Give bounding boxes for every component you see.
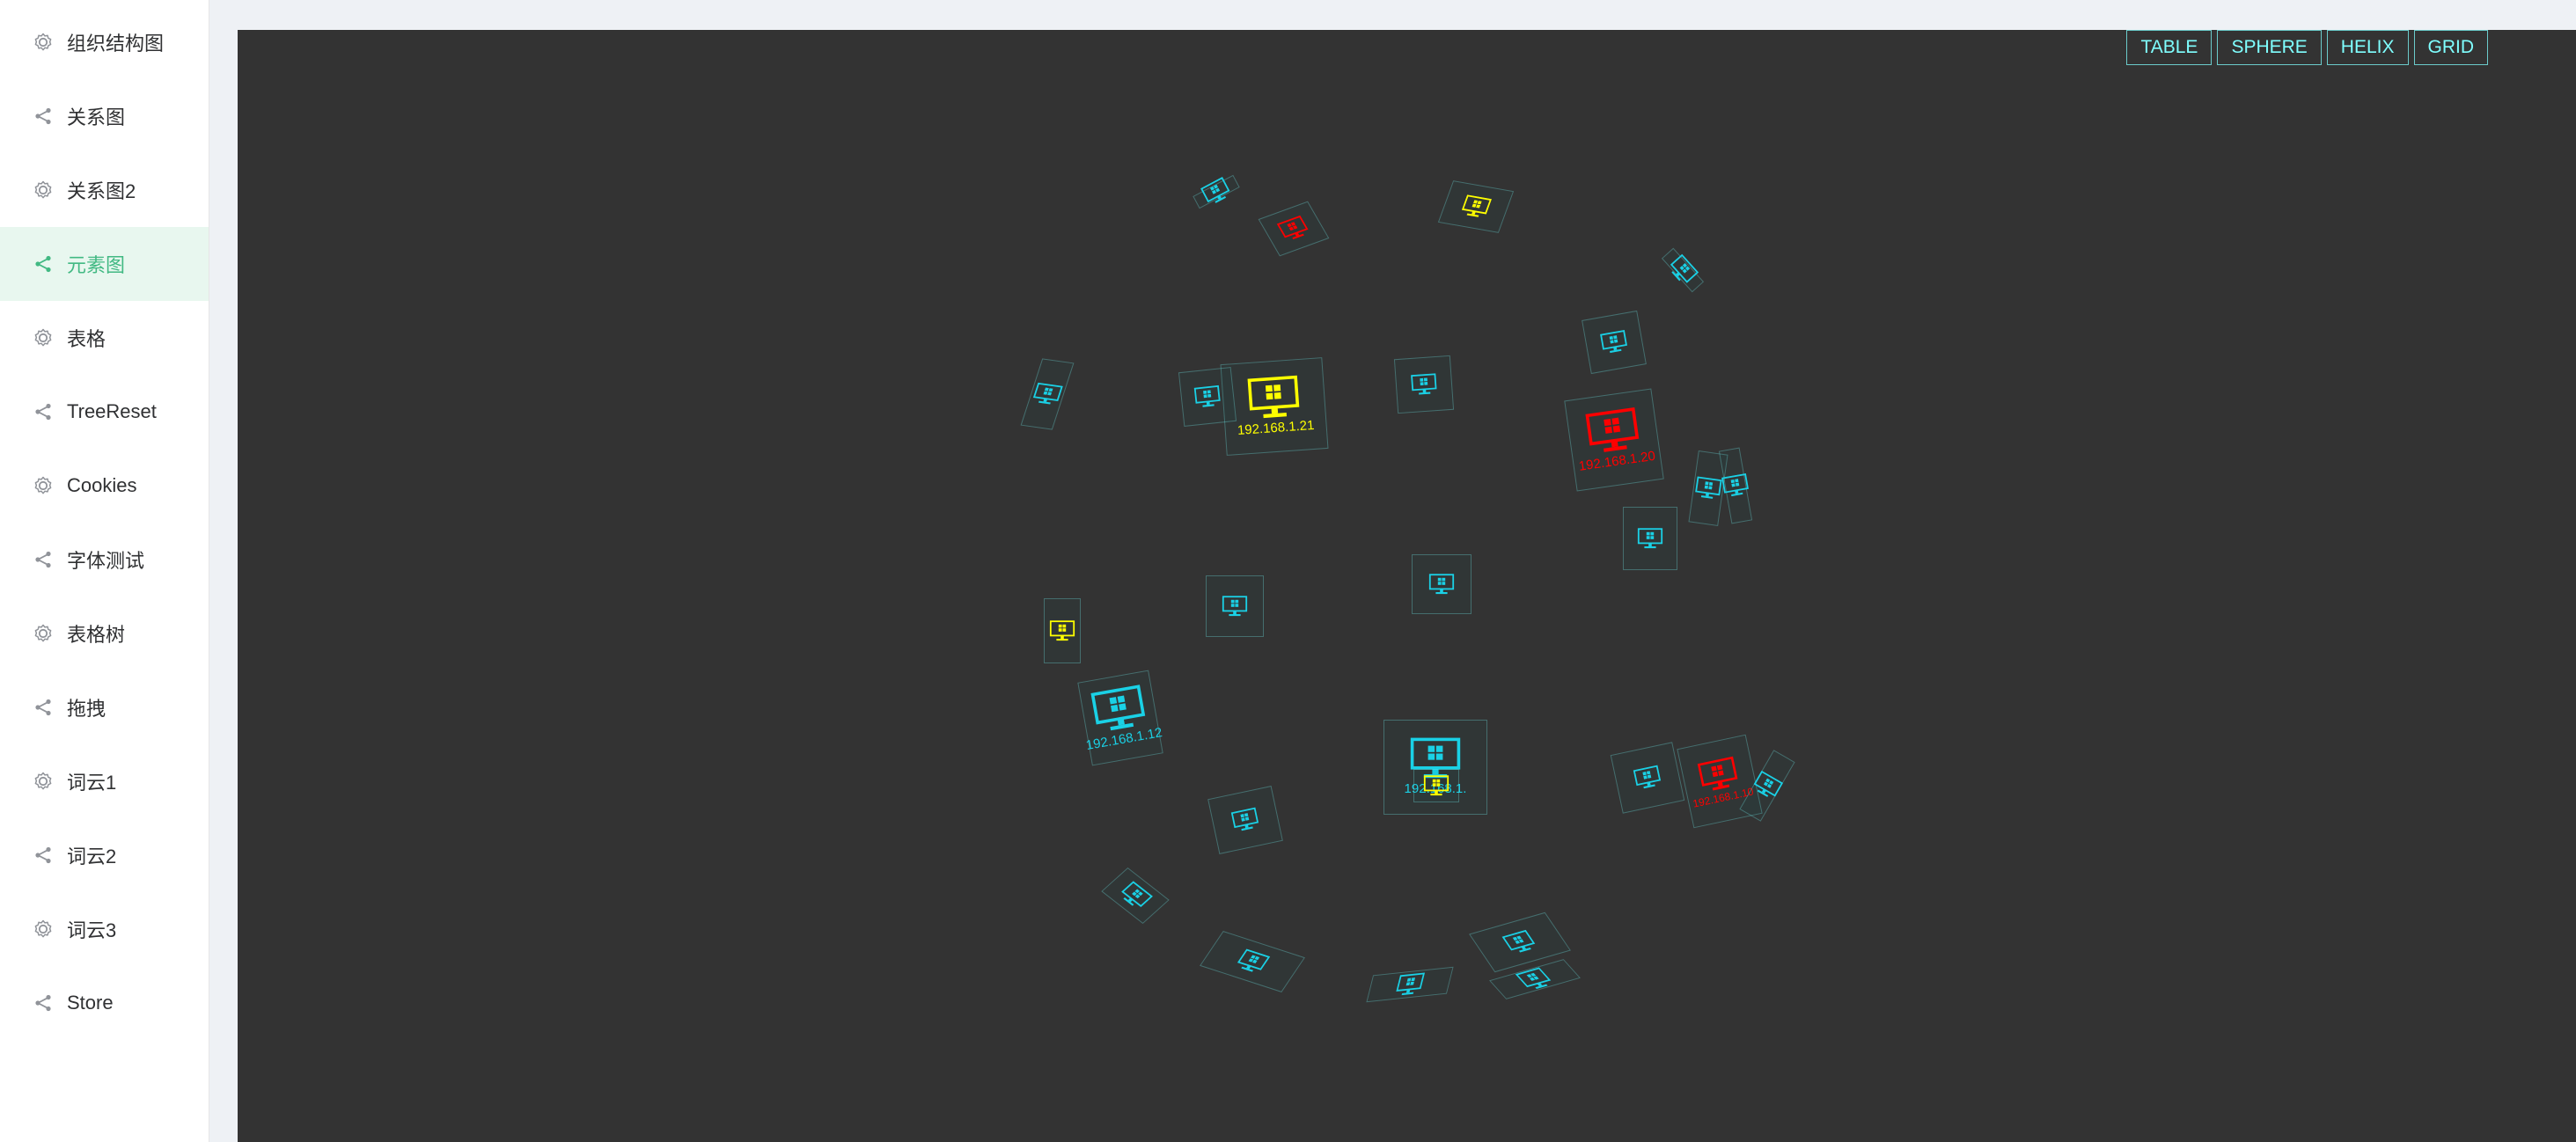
gear-icon: [32, 474, 55, 497]
sidebar-item-label: 拖拽: [67, 698, 106, 720]
windows-monitor-icon: [1459, 194, 1493, 219]
sphere-node-card[interactable]: [1413, 769, 1459, 802]
sphere-node-card[interactable]: [1206, 575, 1264, 637]
windows-monitor-icon: [1428, 574, 1455, 595]
sidebar-item-label: 表格: [67, 328, 106, 350]
windows-monitor-icon: [1666, 253, 1699, 287]
windows-monitor-icon: [1276, 215, 1311, 242]
sidebar-item-org-chart[interactable]: 组织结构图: [0, 5, 209, 79]
share-icon: [32, 992, 55, 1014]
sphere-node-card[interactable]: [1623, 507, 1677, 570]
sphere-node-card[interactable]: [1258, 201, 1330, 257]
gear-icon: [32, 179, 55, 201]
sphere-node-card[interactable]: 192.168.1.20: [1564, 388, 1664, 492]
windows-monitor-icon: [1501, 929, 1539, 955]
sidebar-item-element-graph[interactable]: 元素图: [0, 227, 209, 301]
sidebar-item-label: Store: [67, 992, 114, 1014]
sidebar-item-label: 元素图: [67, 254, 126, 276]
windows-monitor-icon: [1200, 176, 1233, 207]
sphere-node-card[interactable]: [1610, 742, 1685, 814]
windows-monitor-icon: [1750, 770, 1784, 802]
windows-monitor-icon: [1599, 330, 1629, 355]
windows-monitor-icon: [1234, 948, 1271, 975]
gear-icon: [32, 31, 55, 54]
windows-monitor-icon: [1633, 765, 1662, 791]
sphere-node-card[interactable]: 192.168.1.12: [1077, 670, 1163, 766]
share-icon: [32, 400, 55, 423]
sidebar-item-label: 字体测试: [67, 550, 145, 572]
sidebar-item-label: 词云2: [67, 846, 117, 867]
gear-icon: [32, 918, 55, 941]
sidebar-item-label: Cookies: [67, 474, 137, 496]
windows-monitor-icon: [1515, 967, 1556, 992]
sidebar-item-cookies[interactable]: Cookies: [0, 449, 209, 523]
sidebar-item-table[interactable]: 表格: [0, 301, 209, 375]
share-icon: [32, 548, 55, 571]
sidebar-item-label: 关系图: [67, 106, 126, 128]
sphere-node-card[interactable]: [1178, 367, 1237, 427]
sphere-node-card[interactable]: [1207, 786, 1283, 854]
share-icon: [32, 696, 55, 719]
sidebar-item-label: TreeReset: [67, 400, 157, 422]
sphere-node-card[interactable]: [1393, 355, 1455, 414]
sphere-node-card[interactable]: [1582, 310, 1647, 375]
gear-icon: [32, 326, 55, 349]
sidebar-item-store[interactable]: Store: [0, 966, 209, 1040]
table-button[interactable]: TABLE: [2126, 30, 2213, 65]
windows-monitor-icon: [1090, 684, 1149, 735]
windows-monitor-icon: [1246, 375, 1302, 421]
element-graph-canvas[interactable]: TABLE SPHERE HELIX GRID 192.168.1.21 192…: [238, 30, 2576, 1142]
sphere-node-card[interactable]: 192.168.1.21: [1220, 357, 1329, 456]
windows-monitor-icon: [1584, 406, 1642, 456]
sphere-node-card[interactable]: [1193, 174, 1240, 209]
windows-monitor-icon: [1423, 775, 1449, 796]
layout-mode-toolbar: TABLE SPHERE HELIX GRID: [2126, 30, 2488, 65]
share-icon: [32, 844, 55, 867]
windows-monitor-icon: [1222, 596, 1248, 617]
helix-button[interactable]: HELIX: [2326, 30, 2409, 65]
sidebar-item-label: 组织结构图: [67, 33, 165, 55]
sidebar-item-word-cloud-1[interactable]: 词云1: [0, 744, 209, 818]
gear-icon: [32, 770, 55, 793]
share-icon: [32, 105, 55, 128]
sphere-node-card[interactable]: [1718, 447, 1753, 524]
sidebar-item-word-cloud-3[interactable]: 词云3: [0, 892, 209, 966]
sidebar: 组织结构图 关系图 关系图2 元素图 表格 TreeReset Cookies …: [0, 0, 209, 1142]
windows-monitor-icon: [1693, 476, 1722, 501]
sidebar-item-label: 关系图2: [67, 180, 136, 202]
sidebar-item-label: 表格树: [67, 624, 126, 646]
sidebar-item-table-tree[interactable]: 表格树: [0, 597, 209, 670]
windows-monitor-icon: [1410, 373, 1438, 396]
sidebar-item-word-cloud-2[interactable]: 词云2: [0, 818, 209, 892]
sphere-node-card[interactable]: [1412, 554, 1471, 614]
sidebar-item-label: 词云3: [67, 919, 117, 941]
windows-monitor-icon: [1230, 807, 1260, 833]
sphere-node-card[interactable]: [1044, 598, 1081, 663]
sphere-node-card[interactable]: [1101, 867, 1170, 925]
windows-monitor-icon: [1193, 384, 1222, 408]
windows-monitor-icon: [1721, 473, 1750, 499]
sidebar-item-relation-graph[interactable]: 关系图: [0, 79, 209, 153]
grid-button[interactable]: GRID: [2413, 30, 2488, 65]
sidebar-item-label: 词云1: [67, 772, 117, 794]
sidebar-item-drag[interactable]: 拖拽: [0, 670, 209, 744]
windows-monitor-icon: [1637, 528, 1663, 549]
node-ip-label: 192.168.1.21: [1237, 417, 1315, 438]
share-icon: [32, 253, 55, 275]
sidebar-item-tree-reset[interactable]: TreeReset: [0, 375, 209, 449]
windows-monitor-icon: [1049, 620, 1075, 641]
sphere-node-card[interactable]: [1661, 247, 1705, 293]
windows-monitor-icon: [1031, 382, 1064, 406]
gear-icon: [32, 622, 55, 645]
sphere-node-card[interactable]: [1200, 931, 1305, 992]
windows-monitor-icon: [1394, 972, 1426, 997]
sphere-node-card[interactable]: [1366, 966, 1454, 1003]
windows-monitor-icon: [1117, 881, 1154, 911]
sphere-node-card[interactable]: [1437, 180, 1515, 233]
sidebar-item-relation-graph-2[interactable]: 关系图2: [0, 153, 209, 227]
sphere-button[interactable]: SPHERE: [2217, 30, 2322, 65]
sidebar-item-font-test[interactable]: 字体测试: [0, 523, 209, 597]
sphere-node-card[interactable]: [1020, 358, 1075, 430]
